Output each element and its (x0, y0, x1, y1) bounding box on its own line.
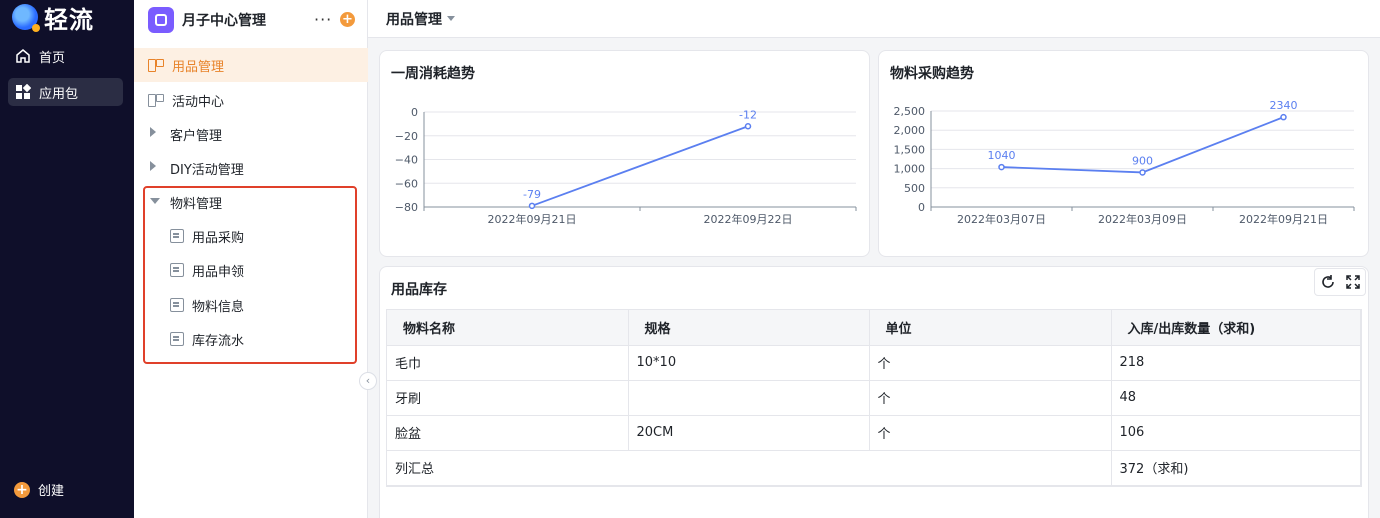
data-label: 2340 (1270, 99, 1298, 112)
column-header[interactable]: 规格 (628, 310, 870, 346)
app-icon (148, 7, 174, 33)
menu-item-activity-center[interactable]: 活动中心 (134, 83, 368, 117)
plus-icon: + (14, 481, 30, 498)
nav-app-packages[interactable]: 应用包 (8, 78, 123, 106)
more-icon[interactable]: ··· (314, 10, 332, 29)
brand[interactable]: 轻流 (12, 4, 94, 34)
table-total-row: 列汇总 372（求和) (387, 450, 1361, 486)
table-cell: 个 (869, 415, 1112, 451)
create-label: 创建 (38, 484, 65, 499)
data-point (528, 202, 536, 210)
create-button[interactable]: + 创建 (14, 480, 64, 499)
nav-app-packages-label: 应用包 (39, 86, 79, 102)
table-row[interactable]: 毛巾 10*10 个 218 (387, 345, 1361, 381)
table-header-row: 物料名称 规格 单位 入库/出库数量（求和) (387, 310, 1361, 346)
total-label: 列汇总 (387, 450, 1112, 486)
table-cell (628, 380, 870, 416)
x-tick-label: 2022年03月07日 (957, 212, 1046, 226)
table-cell: 个 (869, 345, 1112, 381)
menu-item-customers[interactable]: 客户管理 (134, 117, 368, 151)
dashboard-icon (148, 93, 164, 107)
inventory-title: 用品库存 (391, 282, 447, 298)
chart-card-purchase: 物料采购趋势 2,500 2,000 1,500 1,000 500 0 2022年03月0… (878, 50, 1369, 257)
nav-home-label: 首页 (39, 50, 66, 66)
chevron-right-icon (150, 127, 160, 141)
x-tick-label: 2022年09月21日 (1239, 212, 1328, 226)
menu-item-label: 客户管理 (170, 128, 223, 144)
x-tick-label: 2022年09月22日 (704, 212, 793, 226)
page-header: 用品管理 (368, 0, 1380, 38)
y-tick-label: 1,000 (894, 163, 926, 176)
page-title[interactable]: 用品管理 (386, 9, 442, 29)
table-cell: 牙刷 (387, 380, 629, 416)
table-row[interactable]: 牙刷 个 48 (387, 380, 1361, 416)
y-tick-label: 2,500 (894, 105, 926, 118)
chevron-right-icon (150, 161, 160, 175)
x-tick-label: 2022年09月21日 (488, 212, 577, 226)
global-rail: 轻流 首页 应用包 + 创建 (0, 0, 134, 518)
y-tick-label: −60 (395, 177, 418, 190)
y-tick-label: 0 (411, 106, 418, 119)
main-content: 用品管理 一周消耗趋势 0 −20 −40 −60 −80 2022年09月21日 2022… (368, 0, 1380, 518)
nav-home[interactable]: 首页 (8, 42, 123, 70)
table-cell: 218 (1111, 345, 1361, 381)
column-header[interactable]: 物料名称 (387, 310, 629, 346)
brand-logo-icon (12, 4, 40, 32)
table-cell: 20CM (628, 415, 870, 451)
refresh-icon[interactable] (1320, 274, 1336, 290)
column-header[interactable]: 入库/出库数量（求和) (1111, 310, 1361, 346)
column-header[interactable]: 单位 (869, 310, 1112, 346)
menu-item-label: DIY活动管理 (170, 162, 244, 178)
data-point (1280, 113, 1287, 121)
highlight-annotation (143, 186, 357, 364)
menu-item-supplies[interactable]: 用品管理 (134, 48, 368, 82)
y-tick-label: −80 (395, 201, 418, 214)
menu-item-diy[interactable]: DIY活动管理 (134, 151, 368, 185)
data-label: -12 (739, 108, 757, 121)
menu-item-label: 活动中心 (172, 94, 225, 110)
table-cell: 10*10 (628, 345, 870, 381)
data-label: -79 (523, 188, 541, 201)
table-cell: 48 (1111, 380, 1361, 416)
data-point (744, 123, 752, 130)
home-icon (16, 49, 30, 63)
data-point (1139, 169, 1146, 176)
table-toolbar (1314, 268, 1366, 296)
data-label: 900 (1132, 154, 1153, 167)
chevron-down-icon[interactable] (447, 16, 455, 21)
add-icon[interactable]: + (340, 12, 355, 27)
y-tick-label: −20 (395, 130, 418, 143)
data-point (998, 163, 1005, 171)
y-tick-label: 0 (918, 201, 925, 214)
inventory-table: 物料名称 规格 单位 入库/出库数量（求和) 毛巾 10*10 个 218 牙刷… (386, 309, 1362, 487)
fullscreen-icon[interactable] (1345, 274, 1361, 290)
chart-card-consumption: 一周消耗趋势 0 −20 −40 −60 −80 2022年09月21日 2022年09月2… (379, 50, 870, 257)
y-tick-label: 2,000 (894, 124, 926, 137)
series-line (531, 125, 749, 207)
consumption-line-chart: 0 −20 −40 −60 −80 2022年09月21日 2022年09月22日 -79 -1… (395, 106, 857, 226)
data-label: 1040 (988, 149, 1016, 162)
menu-item-label: 用品管理 (172, 59, 225, 75)
table-cell: 脸盆 (387, 415, 629, 451)
table-cell: 个 (869, 380, 1112, 416)
x-tick-label: 2022年03月09日 (1098, 212, 1187, 226)
y-tick-label: −40 (395, 154, 418, 167)
dashboard-icon (148, 58, 164, 72)
table-row[interactable]: 脸盆 20CM 个 106 (387, 415, 1361, 451)
app-title: 月子中心管理 (182, 13, 266, 29)
purchase-line-chart: 2,500 2,000 1,500 1,000 500 0 2022年03月07日 2022年… (894, 99, 1355, 226)
table-cell: 毛巾 (387, 345, 629, 381)
table-cell: 106 (1111, 415, 1361, 451)
total-value: 372（求和) (1111, 450, 1361, 486)
y-tick-label: 500 (904, 182, 925, 195)
y-tick-label: 1,500 (894, 143, 926, 156)
apps-icon (16, 84, 31, 99)
brand-name: 轻流 (44, 5, 94, 34)
